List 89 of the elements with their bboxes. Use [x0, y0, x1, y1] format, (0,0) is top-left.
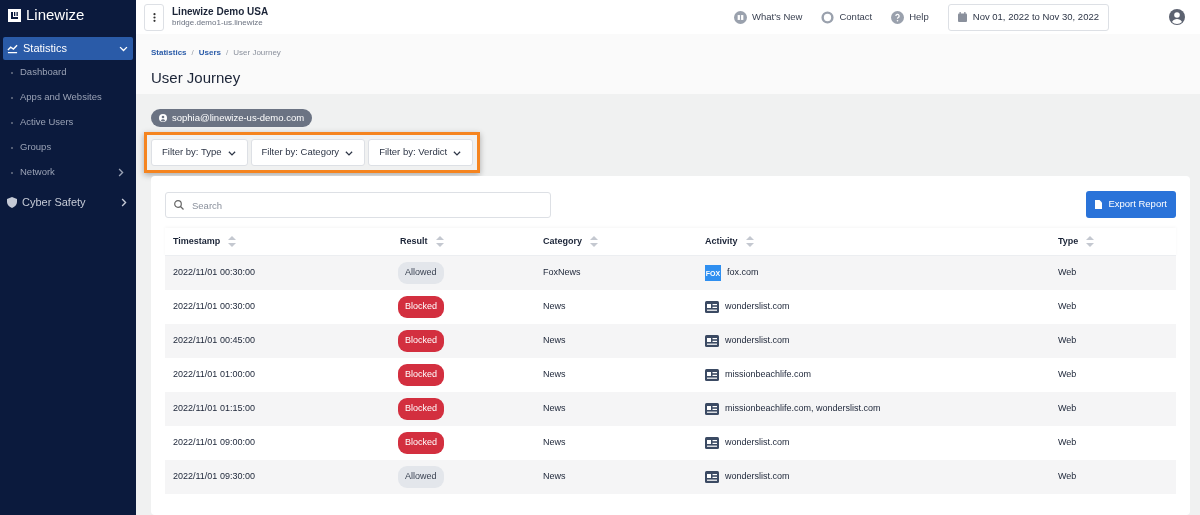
table-cell: missionbeachlife.com, wonderslist.com: [725, 402, 881, 416]
table-cell: News: [543, 335, 566, 346]
search-field[interactable]: Search: [165, 192, 551, 218]
result-badge: Blocked: [398, 330, 445, 352]
sidebar-subitem[interactable]: Groups: [0, 135, 136, 160]
table-cell: 2022/11/01 00:45:00: [173, 335, 255, 346]
brand-name: Linewize: [26, 5, 85, 26]
table-cell: News: [543, 301, 566, 312]
breadcrumb-link[interactable]: Statistics: [151, 47, 187, 59]
user-avatar-icon: [1169, 9, 1185, 25]
breadcrumb-current: User Journey: [233, 47, 281, 59]
filter-dropdown[interactable]: Filter by: Category: [250, 139, 366, 166]
table-cell: 2022/11/01 00:30:00: [173, 301, 255, 312]
column-header[interactable]: Type: [1058, 234, 1079, 249]
sort-icon: [590, 236, 598, 247]
sort-icon: [228, 236, 237, 247]
table-cell: Web: [1058, 437, 1077, 448]
newspaper-icon: [705, 335, 719, 347]
header-link[interactable]: Help: [891, 9, 929, 25]
table-cell: News: [543, 471, 566, 482]
table-cell: FoxNews: [543, 267, 581, 278]
newspaper-icon: [705, 301, 719, 313]
table-cell: Web: [1058, 471, 1077, 482]
table-cell: News: [543, 369, 566, 380]
chart-icon: [7, 43, 18, 54]
filter-dropdown[interactable]: Filter by: Verdict: [368, 139, 474, 166]
column-header[interactable]: Category: [543, 234, 582, 249]
result-badge: Blocked: [398, 398, 445, 420]
table-cell: News: [543, 437, 566, 448]
header-link[interactable]: Contact: [821, 9, 873, 25]
sort-icon: [1086, 236, 1095, 247]
column-header[interactable]: Timestamp: [173, 234, 221, 249]
sidebar-item[interactable]: Statistics: [3, 37, 133, 60]
table-cell: fox.com: [727, 266, 759, 280]
newspaper-icon: [705, 437, 719, 449]
result-badge: Blocked: [398, 364, 445, 386]
shield-icon: [7, 197, 17, 208]
calendar-icon: [957, 12, 967, 22]
table-cell: News: [543, 403, 566, 414]
table-cell: 2022/11/01 09:00:00: [173, 437, 255, 448]
table-cell: wonderslist.com: [725, 300, 790, 314]
table-cell: wonderslist.com: [725, 334, 790, 348]
host-name: bridge.demo1-us.linewize: [172, 18, 264, 29]
newspaper-icon: [705, 403, 719, 415]
table-cell: 2022/11/01 09:30:00: [173, 471, 255, 482]
breadcrumb-separator: /: [226, 47, 229, 59]
table-cell: Web: [1058, 301, 1077, 312]
date-range-button[interactable]: Nov 01, 2022 to Nov 30, 2022: [947, 3, 1109, 31]
more-vertical-icon: [152, 12, 156, 22]
table-cell: Web: [1058, 267, 1077, 278]
breadcrumb-link[interactable]: Users: [198, 47, 222, 59]
result-badge: Allowed: [398, 262, 444, 284]
page-title: User Journey: [151, 68, 242, 88]
circle-icon: [821, 10, 835, 24]
user-icon: [159, 114, 167, 122]
table-cell: missionbeachlife.com: [725, 368, 812, 382]
filter-dropdown[interactable]: Filter by: Type: [151, 139, 248, 166]
help-icon: [891, 10, 905, 24]
newspaper-icon: [705, 369, 719, 381]
table-cell: 2022/11/01 01:15:00: [173, 403, 255, 414]
file-icon: [1095, 200, 1103, 209]
sidebar-subitem[interactable]: Network: [0, 160, 136, 185]
result-badge: Allowed: [398, 466, 444, 488]
sidebar-subitem[interactable]: Dashboard: [0, 60, 136, 85]
table-cell: Web: [1058, 335, 1077, 346]
result-badge: Blocked: [398, 296, 445, 318]
header-link[interactable]: What's New: [734, 9, 803, 25]
sort-icon: [745, 236, 754, 247]
table-cell: Web: [1058, 403, 1077, 414]
breadcrumb-separator: /: [191, 47, 194, 59]
organization-name: Linewize Demo USA: [172, 5, 269, 19]
user-chip: sophia@linewize-us-demo.com: [151, 109, 313, 127]
result-badge: Blocked: [398, 432, 445, 454]
column-header[interactable]: Result: [400, 234, 428, 249]
sidebar-item[interactable]: Cyber Safety: [3, 191, 133, 214]
table-cell: wonderslist.com: [725, 470, 790, 484]
sidebar-subitem[interactable]: Apps and Websites: [0, 85, 136, 110]
export-report-button[interactable]: Export Report: [1086, 191, 1176, 218]
table-cell: Web: [1058, 369, 1077, 380]
newspaper-icon: [705, 471, 719, 483]
search-icon: [174, 199, 184, 210]
sidebar-subitem[interactable]: Active Users: [0, 110, 136, 135]
sort-icon: [435, 236, 444, 247]
table-cell: wonderslist.com: [725, 436, 790, 450]
table-cell: 2022/11/01 01:00:00: [173, 369, 255, 380]
logo-icon: [8, 9, 21, 22]
column-header[interactable]: Activity: [705, 234, 738, 249]
table-cell: 2022/11/01 00:30:00: [173, 267, 255, 278]
more-button[interactable]: [144, 3, 164, 31]
